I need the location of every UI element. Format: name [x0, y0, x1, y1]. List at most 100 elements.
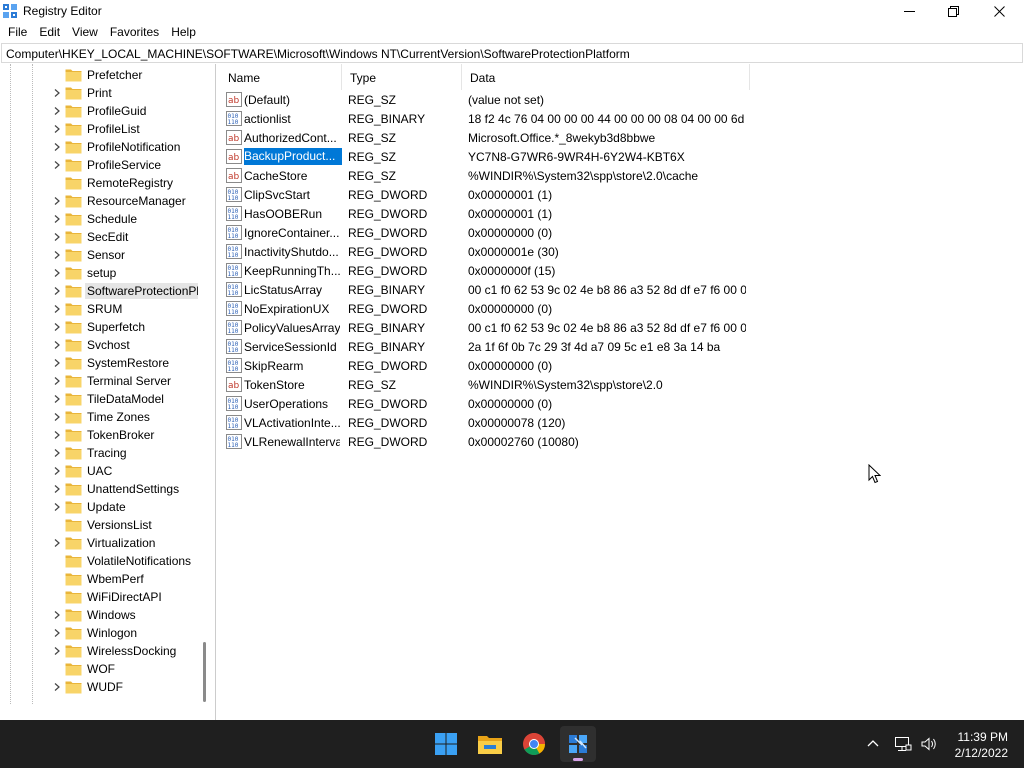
- chevron-right-icon[interactable]: [52, 682, 62, 692]
- chevron-right-icon[interactable]: [52, 88, 62, 98]
- tree-item[interactable]: Terminal Server: [0, 372, 200, 390]
- tree-item[interactable]: WiFiDirectAPI: [0, 588, 200, 606]
- tree-item[interactable]: SecEdit: [0, 228, 200, 246]
- tree-item[interactable]: ProfileNotification: [0, 138, 200, 156]
- chevron-right-icon[interactable]: [52, 376, 62, 386]
- value-row[interactable]: ab BackupProduct... REG_SZ YC7N8-G7WR6-9WR4…: [220, 147, 750, 166]
- value-row[interactable]: 010 110 ClipSvcStart REG_DWORD 0x00000001 (1…: [220, 185, 750, 204]
- tree-item[interactable]: Winlogon: [0, 624, 200, 642]
- chevron-right-icon[interactable]: [52, 124, 62, 134]
- volume-icon[interactable]: [920, 736, 938, 752]
- chevron-right-icon[interactable]: [52, 394, 62, 404]
- minimize-button[interactable]: [886, 0, 932, 22]
- network-icon[interactable]: [894, 736, 912, 752]
- tree-item[interactable]: WirelessDocking: [0, 642, 200, 660]
- value-row[interactable]: 010 110 InactivityShutdo... REG_DWORD 0x0000…: [220, 242, 750, 261]
- column-name-header[interactable]: Name: [220, 64, 342, 90]
- tree-item[interactable]: Windows: [0, 606, 200, 624]
- chevron-right-icon[interactable]: [52, 268, 62, 278]
- values-panel[interactable]: Name Type Data ab (Default) REG_SZ (value n…: [220, 64, 1024, 720]
- value-row[interactable]: 010 110 VLActivationInte... REG_DWORD 0x0000…: [220, 413, 750, 432]
- tree-item[interactable]: Time Zones: [0, 408, 200, 426]
- chevron-right-icon[interactable]: [52, 340, 62, 350]
- value-row[interactable]: 010 110 UserOperations REG_DWORD 0x00000000 …: [220, 394, 750, 413]
- tree-item[interactable]: ResourceManager: [0, 192, 200, 210]
- registry-editor-taskbar-button[interactable]: [560, 726, 596, 762]
- value-row[interactable]: ab TokenStore REG_SZ %WINDIR%\System32\spp\…: [220, 375, 750, 394]
- chevron-right-icon[interactable]: [52, 232, 62, 242]
- tree-item[interactable]: WbemPerf: [0, 570, 200, 588]
- key-tree-panel[interactable]: Prefetcher Print ProfileGuid ProfileList Pro…: [0, 64, 216, 720]
- value-row[interactable]: 010 110 VLRenewalInterval REG_DWORD 0x000027…: [220, 432, 750, 451]
- value-row[interactable]: 010 110 IgnoreContainer... REG_DWORD 0x00000…: [220, 223, 750, 242]
- start-button[interactable]: [428, 726, 464, 762]
- chevron-right-icon[interactable]: [52, 610, 62, 620]
- value-row[interactable]: ab (Default) REG_SZ (value not set): [220, 90, 750, 109]
- tree-item[interactable]: UAC: [0, 462, 200, 480]
- tree-item[interactable]: ProfileGuid: [0, 102, 200, 120]
- tree-item[interactable]: Svchost: [0, 336, 200, 354]
- value-row[interactable]: 010 110 KeepRunningTh... REG_DWORD 0x0000000…: [220, 261, 750, 280]
- tree-item[interactable]: UnattendSettings: [0, 480, 200, 498]
- tree-item[interactable]: VersionsList: [0, 516, 200, 534]
- tree-item[interactable]: Print: [0, 84, 200, 102]
- chrome-button[interactable]: [516, 726, 552, 762]
- tree-item[interactable]: WUDF: [0, 678, 200, 696]
- tree-item[interactable]: SoftwareProtectionPl: [0, 282, 200, 300]
- value-row[interactable]: 010 110 SkipRearm REG_DWORD 0x00000000 (0): [220, 356, 750, 375]
- chevron-right-icon[interactable]: [52, 250, 62, 260]
- chevron-right-icon[interactable]: [52, 646, 62, 656]
- chevron-right-icon[interactable]: [52, 358, 62, 368]
- menu-view[interactable]: View: [66, 22, 104, 42]
- chevron-right-icon[interactable]: [52, 142, 62, 152]
- chevron-right-icon[interactable]: [52, 196, 62, 206]
- value-row[interactable]: 010 110 PolicyValuesArray REG_BINARY 00 c1 f…: [220, 318, 750, 337]
- chevron-right-icon[interactable]: [52, 322, 62, 332]
- chevron-right-icon[interactable]: [52, 484, 62, 494]
- tree-item[interactable]: TokenBroker: [0, 426, 200, 444]
- tree-item[interactable]: WOF: [0, 660, 200, 678]
- clock[interactable]: 11:39 PM 2/12/2022: [955, 729, 1008, 761]
- value-row[interactable]: 010 110 HasOOBERun REG_DWORD 0x00000001 (1): [220, 204, 750, 223]
- tree-item[interactable]: VolatileNotifications: [0, 552, 200, 570]
- chevron-right-icon[interactable]: [52, 106, 62, 116]
- chevron-right-icon[interactable]: [52, 466, 62, 476]
- file-explorer-button[interactable]: [472, 726, 508, 762]
- address-bar[interactable]: Computer\HKEY_LOCAL_MACHINE\SOFTWARE\Mic…: [1, 43, 1023, 63]
- tree-vertical-scrollbar[interactable]: [203, 642, 206, 702]
- tree-item[interactable]: Sensor: [0, 246, 200, 264]
- tree-item[interactable]: ProfileService: [0, 156, 200, 174]
- restore-button[interactable]: [930, 0, 976, 22]
- chevron-right-icon[interactable]: [52, 160, 62, 170]
- tree-item[interactable]: Prefetcher: [0, 66, 200, 84]
- menu-edit[interactable]: Edit: [33, 22, 66, 42]
- chevron-right-icon[interactable]: [52, 538, 62, 548]
- chevron-right-icon[interactable]: [52, 412, 62, 422]
- chevron-right-icon[interactable]: [52, 214, 62, 224]
- column-data-header[interactable]: Data: [462, 64, 750, 90]
- menu-file[interactable]: File: [2, 22, 33, 42]
- value-row[interactable]: ab CacheStore REG_SZ %WINDIR%\System32\spp\…: [220, 166, 750, 185]
- chevron-right-icon[interactable]: [52, 286, 62, 296]
- tree-item[interactable]: SRUM: [0, 300, 200, 318]
- tree-item[interactable]: TileDataModel: [0, 390, 200, 408]
- value-row[interactable]: 010 110 NoExpirationUX REG_DWORD 0x00000000 …: [220, 299, 750, 318]
- tree-item[interactable]: setup: [0, 264, 200, 282]
- tree-item[interactable]: Superfetch: [0, 318, 200, 336]
- chevron-right-icon[interactable]: [52, 430, 62, 440]
- value-row[interactable]: 010 110 ServiceSessionId REG_BINARY 2a 1f 6f…: [220, 337, 750, 356]
- tree-item[interactable]: Tracing: [0, 444, 200, 462]
- value-row[interactable]: ab AuthorizedCont... REG_SZ Microsoft.Offic…: [220, 128, 750, 147]
- menu-favorites[interactable]: Favorites: [104, 22, 165, 42]
- chevron-right-icon[interactable]: [52, 304, 62, 314]
- chevron-up-icon[interactable]: [866, 737, 880, 751]
- column-type-header[interactable]: Type: [342, 64, 462, 90]
- tree-item[interactable]: Update: [0, 498, 200, 516]
- tree-item[interactable]: RemoteRegistry: [0, 174, 200, 192]
- tree-item[interactable]: ProfileList: [0, 120, 200, 138]
- tree-item[interactable]: Schedule: [0, 210, 200, 228]
- close-button[interactable]: [976, 0, 1022, 22]
- tree-item[interactable]: SystemRestore: [0, 354, 200, 372]
- value-row[interactable]: 010 110 actionlist REG_BINARY 18 f2 4c 76 04…: [220, 109, 750, 128]
- tree-item[interactable]: Virtualization: [0, 534, 200, 552]
